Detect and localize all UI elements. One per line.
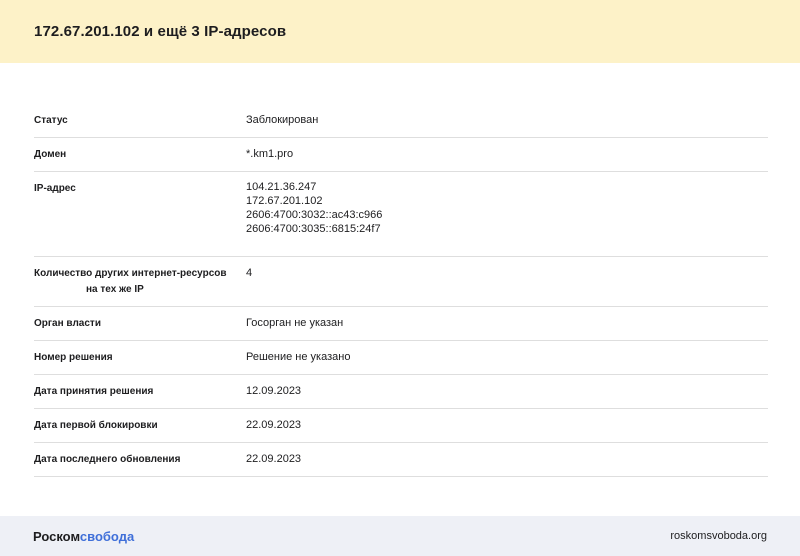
last-update-label: Дата последнего обновления (34, 454, 181, 465)
status-label: Статус (34, 115, 68, 126)
logo-part-svoboda: свобода (79, 528, 135, 544)
first-block-value: 22.09.2023 (246, 419, 302, 431)
ip-label: IP-адрес (34, 183, 76, 194)
site-link[interactable]: roskomsvoboda.org (670, 530, 767, 542)
ip-list-item: 104.21.36.247 (246, 181, 317, 193)
last-update-value: 22.09.2023 (246, 453, 302, 465)
row-other-resources-count: Количество других интернет-ресурсов на т… (34, 257, 768, 307)
status-value: Заблокирован (246, 114, 319, 126)
domain-label: Домен (34, 149, 67, 160)
page-title: 172.67.201.102 и ещё 3 IP-адресов (34, 23, 287, 40)
authority-label: Орган власти (34, 318, 101, 329)
decision-date-value: 12.09.2023 (246, 385, 302, 397)
page-footer: Роскомсвобода roskomsvoboda.org (0, 516, 800, 556)
row-decision-number: Номер решения Решение не указано (34, 341, 768, 375)
logo-part-roskom: Роском (33, 528, 80, 544)
row-authority: Орган власти Госорган не указан (34, 307, 768, 341)
roskomsvoboda-logo[interactable]: Роскомсвобода (33, 529, 134, 544)
count-label-line2: на тех же IP (86, 284, 144, 295)
page-header: 172.67.201.102 и ещё 3 IP-адресов (0, 0, 800, 63)
decision-number-label: Номер решения (34, 352, 113, 363)
first-block-label: Дата первой блокировки (34, 420, 158, 431)
decision-date-label: Дата принятия решения (34, 386, 154, 397)
count-label: Количество других интернет-ресурсов на т… (34, 257, 246, 306)
count-label-line1: Количество других интернет-ресурсов (34, 268, 227, 279)
row-first-block-date: Дата первой блокировки 22.09.2023 (34, 409, 768, 443)
row-domain: Домен *.km1.pro (34, 138, 768, 172)
row-decision-date: Дата принятия решения 12.09.2023 (34, 375, 768, 409)
ip-list: 104.21.36.247 172.67.201.102 2606:4700:3… (246, 172, 768, 256)
row-status: Статус Заблокирован (34, 104, 768, 138)
count-value: 4 (246, 267, 253, 279)
decision-number-value: Решение не указано (246, 351, 351, 363)
ip-list-item: 172.67.201.102 (246, 195, 323, 207)
ip-list-item: 2606:4700:3035::6815:24f7 (246, 223, 381, 235)
domain-value: *.km1.pro (246, 148, 294, 160)
details-table: Статус Заблокирован Домен *.km1.pro IP-а… (34, 104, 768, 477)
ip-list-item: 2606:4700:3032::ac43:c966 (246, 209, 383, 221)
authority-value: Госорган не указан (246, 317, 344, 329)
row-last-update-date: Дата последнего обновления 22.09.2023 (34, 443, 768, 477)
row-ip-address: IP-адрес 104.21.36.247 172.67.201.102 26… (34, 172, 768, 257)
